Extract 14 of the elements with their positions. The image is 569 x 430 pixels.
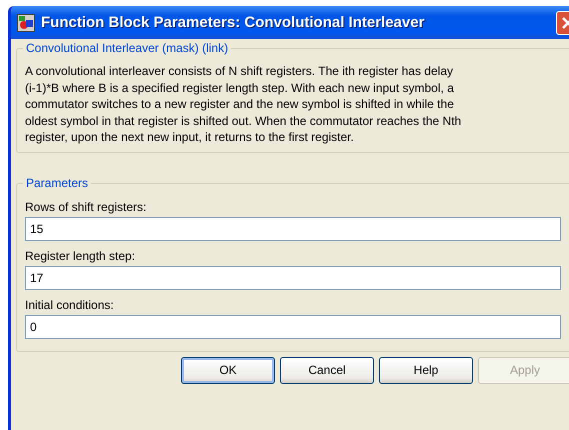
field-label: Rows of shift registers: [25,200,146,214]
group-heading: Convolutional Interleaver (mask) (link) [23,41,232,55]
window-title: Function Block Parameters: Convolutional Interleaver [41,14,426,31]
dialog-button[interactable]: OK [181,356,275,384]
input-field[interactable]: 0 [25,314,561,338]
field-label: Register length step: [25,248,136,262]
dialog-button[interactable]: Cancel [280,356,374,384]
input-field[interactable]: 15 [25,216,561,240]
app-icon [17,14,35,32]
group-heading: Parameters [23,176,92,190]
field-label: Initial conditions: [25,298,114,312]
description-text: A convolutional interleaver consists of N shift registers. The ith register has delay (i-1)*B where B is a specified register length step. With each new input symbol, a commutator switches to a new register and the new symbol is shifted in while the oldest symbol in that register is shifted out. When the commutator reaches the Nth register, upon the next new input, it returns to the first register. [25,63,462,146]
dialog-button[interactable]: Help [379,356,473,384]
input-field[interactable]: 17 [25,266,561,290]
